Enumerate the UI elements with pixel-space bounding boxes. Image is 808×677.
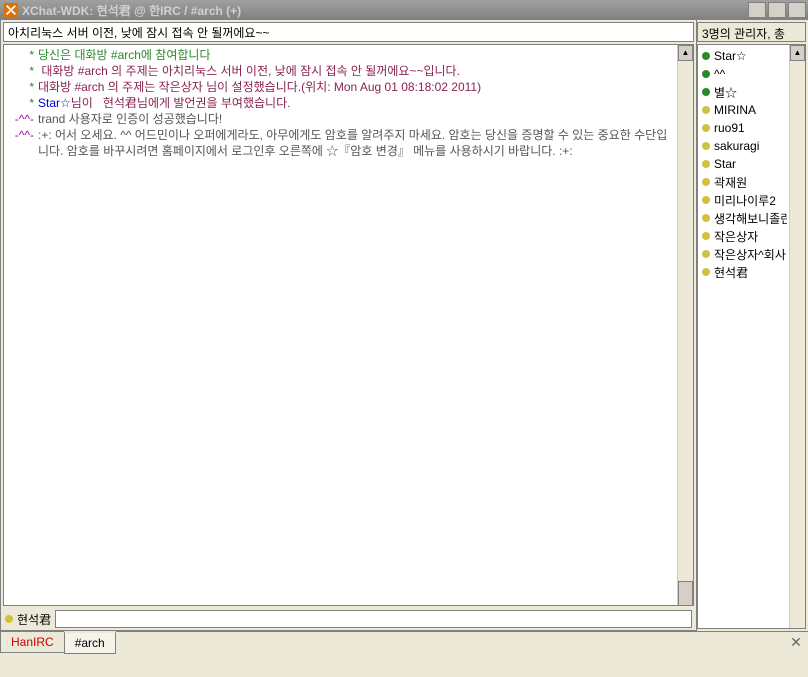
user-item[interactable]: 생각해보니졸린 (700, 209, 787, 227)
user-name: 작은상자^회사 (714, 246, 786, 263)
scroll-up-icon[interactable]: ▲ (790, 45, 805, 61)
user-status-dot-icon (702, 196, 710, 204)
user-status-dot-icon (702, 178, 710, 186)
titlebar: XChat-WDK: 현석君 @ 한IRC / #arch (+) _ □ × (0, 0, 808, 20)
user-item[interactable]: MIRINA (700, 101, 787, 119)
tab-HanIRC[interactable]: HanIRC (0, 632, 65, 653)
chat-scrollbar[interactable]: ▲ (677, 45, 693, 605)
user-status-dot-icon (702, 214, 710, 222)
user-name: 생각해보니졸린 (714, 210, 787, 227)
user-item[interactable]: ^^ (700, 65, 787, 83)
close-button[interactable]: × (788, 2, 806, 18)
window-title: XChat-WDK: 현석君 @ 한IRC / #arch (+) (22, 2, 748, 19)
user-status-dot-icon (702, 88, 710, 96)
tab-arch[interactable]: #arch (64, 631, 116, 654)
user-name: Star☆ (714, 49, 747, 63)
user-name: 별☆ (714, 84, 737, 101)
user-status-dot-icon (702, 70, 710, 78)
user-status-dot-icon (702, 232, 710, 240)
userlist-scrollbar[interactable]: ▲ (789, 45, 805, 628)
chat-prefix: * (8, 63, 38, 79)
user-name: ruo91 (714, 121, 745, 135)
user-item[interactable]: 작은상자 (700, 227, 787, 245)
user-status-dot-icon (702, 250, 710, 258)
user-status-dot-icon (702, 124, 710, 132)
user-name: MIRINA (714, 103, 756, 117)
chat-message: 당신은 대화방 #arch에 참여합니다 (38, 47, 673, 63)
user-item[interactable]: 작은상자^회사 (700, 245, 787, 263)
user-name: 작은상자 (714, 228, 758, 245)
user-name: 곽재원 (714, 174, 747, 191)
user-item[interactable]: Star☆ (700, 47, 787, 65)
user-name: sakuragi (714, 139, 759, 153)
chat-line: *대화방 #arch 의 주제는 작은상자 님이 설정했습니다.(위치: Mon… (8, 79, 673, 95)
user-name: 현석君 (714, 264, 748, 281)
scroll-up-icon[interactable]: ▲ (678, 45, 693, 61)
chat-line: * 대화방 #arch 의 주제는 아치리눅스 서버 이전, 낮에 잠시 접속 … (8, 63, 673, 79)
user-list: Star☆ ^^ 별☆ MIRINA ruo91 sakuragi Star 곽재원미리나이루… (697, 44, 806, 629)
user-item[interactable]: Star (700, 155, 787, 173)
chat-prefix: -^^- (8, 127, 38, 159)
chat-line: -^^-trand 사용자로 인증이 성공했습니다! (8, 111, 673, 127)
chat-message: Star☆님이 현석君님에게 발언권을 부여했습니다. (38, 95, 673, 111)
minimize-button[interactable]: _ (748, 2, 766, 18)
user-status-dot-icon (702, 106, 710, 114)
input-row: 현석君 (1, 608, 696, 630)
maximize-button[interactable]: □ (768, 2, 786, 18)
user-item[interactable]: 곽재원 (700, 173, 787, 191)
user-name: 미리나이루2 (714, 192, 776, 209)
user-status-dot-icon (702, 142, 710, 150)
chat-prefix: * (8, 47, 38, 63)
main-panel: *당신은 대화방 #arch에 참여합니다* 대화방 #arch 의 주제는 아… (0, 20, 697, 631)
user-item[interactable]: 별☆ (700, 83, 787, 101)
chat-log: *당신은 대화방 #arch에 참여합니다* 대화방 #arch 의 주제는 아… (4, 45, 677, 605)
chat-line: *Star☆님이 현석君님에게 발언권을 부여했습니다. (8, 95, 673, 111)
user-status-dot-icon (702, 268, 710, 276)
chat-message: :+: 어서 오세요. ^^ 어드민이나 오퍼에게라도, 아무에게도 암호를 알… (38, 127, 673, 159)
chat-prefix: * (8, 95, 38, 111)
user-item[interactable]: 미리나이루2 (700, 191, 787, 209)
chat-message: trand 사용자로 인증이 성공했습니다! (38, 111, 673, 127)
user-count-label: 3명의 관리자, 총 (697, 22, 806, 42)
user-name: ^^ (714, 67, 725, 81)
message-input[interactable] (55, 610, 692, 628)
user-item[interactable]: 현석君 (700, 263, 787, 281)
tab-close-icon[interactable]: ✕ (784, 631, 808, 655)
chat-line: -^^-:+: 어서 오세요. ^^ 어드민이나 오퍼에게라도, 아무에게도 암… (8, 127, 673, 159)
user-status-dot-icon (702, 52, 710, 60)
user-status-dot-icon (5, 615, 13, 623)
chat-line: *당신은 대화방 #arch에 참여합니다 (8, 47, 673, 63)
user-item[interactable]: ruo91 (700, 119, 787, 137)
nick-label: 현석君 (17, 611, 51, 628)
window-buttons: _ □ × (748, 2, 808, 18)
user-status-dot-icon (702, 160, 710, 168)
user-item[interactable]: sakuragi (700, 137, 787, 155)
chat-message: 대화방 #arch 의 주제는 작은상자 님이 설정했습니다.(위치: Mon … (38, 79, 673, 95)
chat-message: 대화방 #arch 의 주제는 아치리눅스 서버 이전, 낮에 잠시 접속 안 … (38, 63, 673, 79)
chat-prefix: * (8, 79, 38, 95)
chat-prefix: -^^- (8, 111, 38, 127)
topic-input[interactable] (3, 22, 694, 42)
tab-bar: HanIRC#arch (0, 631, 784, 655)
user-name: Star (714, 157, 736, 171)
chat-area: *당신은 대화방 #arch에 참여합니다* 대화방 #arch 의 주제는 아… (3, 44, 694, 606)
app-icon (4, 3, 18, 17)
scroll-thumb[interactable] (678, 581, 693, 606)
user-panel: 3명의 관리자, 총 Star☆^^별☆MIRINAruo91sakuragiS… (697, 20, 808, 631)
